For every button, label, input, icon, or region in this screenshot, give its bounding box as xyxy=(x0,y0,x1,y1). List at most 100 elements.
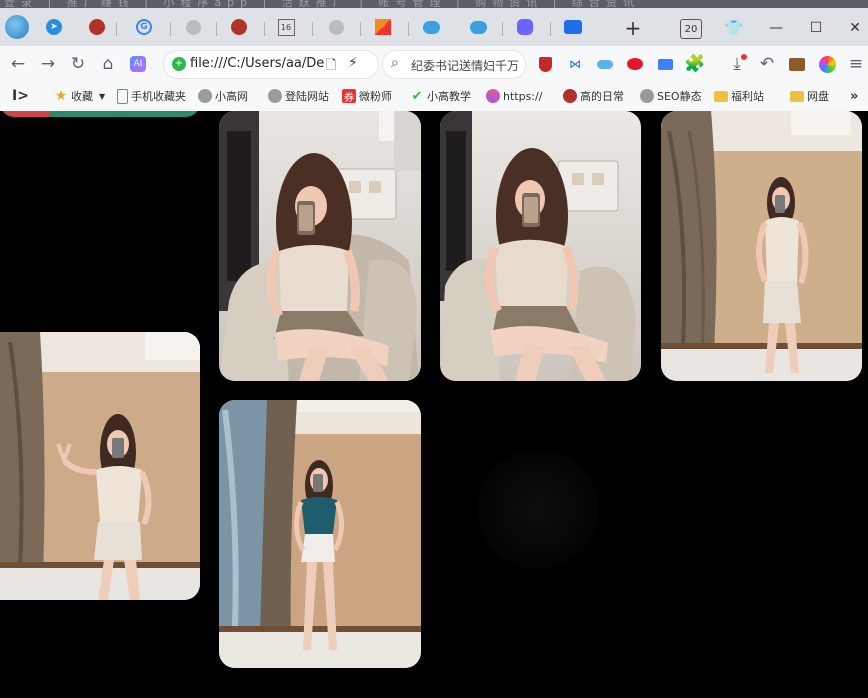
tab-separator xyxy=(216,22,217,36)
sidebar-toggle-icon[interactable]: I> xyxy=(12,87,29,105)
home-button[interactable]: ⌂ xyxy=(96,52,120,76)
undo-button[interactable]: ↶ xyxy=(755,52,779,76)
ai-icon: AI xyxy=(130,56,146,72)
bookmark-label: 小高教学 xyxy=(427,90,471,103)
bookmark-https[interactable]: https:// xyxy=(486,87,554,105)
gallery-photo[interactable] xyxy=(440,111,641,381)
bookmark-label: 高的日常 xyxy=(580,90,624,103)
cloud-icon xyxy=(597,59,613,69)
download-button[interactable]: ⤓ xyxy=(725,52,749,76)
more-bookmarks-icon[interactable]: » xyxy=(850,87,858,105)
cloud-button[interactable] xyxy=(593,52,617,76)
tab-globe-2[interactable] xyxy=(325,16,347,38)
forward-button[interactable]: → xyxy=(36,52,60,76)
red-square-icon: 券 xyxy=(342,89,356,104)
tab-cloud-2[interactable] xyxy=(467,16,489,38)
top-strip: 登录 | 推广赚钱 | 小程序app | 活跃推广 | 帐号管理 | 购物资讯 … xyxy=(0,0,868,8)
briefcase-icon xyxy=(789,57,805,71)
phone-icon xyxy=(117,88,128,104)
photo-seated-selfie xyxy=(219,111,421,381)
shield-button[interactable] xyxy=(533,52,557,76)
ai-colorful-button[interactable] xyxy=(815,52,839,76)
bookmark-label: 收藏 xyxy=(71,90,93,103)
bookmark-netdisk[interactable]: 网盘 xyxy=(790,87,840,105)
mail-icon xyxy=(657,58,673,70)
photo-standing-peace xyxy=(0,332,200,600)
folder-icon xyxy=(790,90,804,102)
star-icon: ★ xyxy=(54,88,68,104)
bookmark-label: SEO静态 xyxy=(657,90,702,103)
tab-separator xyxy=(408,22,409,36)
tab-g[interactable]: G xyxy=(133,16,155,38)
tab-telegram[interactable]: ➤ xyxy=(43,16,65,38)
mail-button[interactable] xyxy=(653,52,677,76)
maximize-button[interactable]: ☐ xyxy=(804,16,828,40)
tab-globe-1[interactable] xyxy=(182,16,204,38)
tab-q[interactable] xyxy=(514,16,536,38)
skin-icon[interactable]: 👕 xyxy=(722,16,746,40)
gallery-photo[interactable] xyxy=(219,111,421,381)
search-icon: ⌕ xyxy=(391,55,399,71)
loading-placeholder xyxy=(478,449,598,569)
tab-separator xyxy=(550,22,551,36)
globe-icon xyxy=(268,89,282,103)
bookmark-login[interactable]: 登陆网站 xyxy=(268,87,330,105)
minimize-button[interactable]: — xyxy=(764,16,788,40)
page-icon: 🗋 xyxy=(326,58,337,73)
tab-orange-flag[interactable] xyxy=(372,16,394,38)
gallery-photo[interactable] xyxy=(0,332,200,600)
gallery-photo[interactable] xyxy=(219,400,421,668)
tab-separator xyxy=(116,22,117,36)
bookmark-label: 手机收藏夹 xyxy=(131,90,186,103)
bookmark-label: 登陆网站 xyxy=(285,90,329,103)
weibo-button[interactable] xyxy=(623,52,647,76)
tab-separator xyxy=(312,22,313,36)
bookmarks-bar: I> ★ 收藏 ▼ 手机收藏夹 小高网 登陆网站 券 微粉师 ✔ 小高教学 ht… xyxy=(0,81,868,112)
tab-count-button[interactable]: 20 xyxy=(680,19,702,39)
address-bar[interactable]: + file:///C:/Users/aa/De 🗋 ⚡ xyxy=(163,50,379,79)
menu-button[interactable]: ≡ xyxy=(844,52,868,76)
bookmark-xiaogao[interactable]: 小高网 xyxy=(198,87,258,105)
reload-button[interactable]: ↻ xyxy=(66,52,90,76)
bookmark-favorites[interactable]: ★ 收藏 ▼ xyxy=(54,87,114,105)
tab-bar: ➤ G 16 + 20 👕 — ☐ ✕ xyxy=(0,8,868,46)
bookmark-daily[interactable]: 高的日常 xyxy=(563,87,631,105)
partial-card-top xyxy=(0,111,200,117)
weibo-icon xyxy=(627,58,643,70)
search-box[interactable]: ⌕ 纪委书记送情妇千万 xyxy=(382,50,526,79)
tab-separator xyxy=(170,22,171,36)
briefcase-button[interactable] xyxy=(785,52,809,76)
bookmark-welfare[interactable]: 福利站 xyxy=(714,87,780,105)
tab-blue-app[interactable] xyxy=(562,16,584,38)
globe-icon xyxy=(640,89,654,103)
app-avatar-icon xyxy=(5,15,29,39)
lightning-icon[interactable]: ⚡ xyxy=(348,55,358,71)
calendar-icon: 16 xyxy=(277,18,295,36)
back-button[interactable]: ← xyxy=(6,52,30,76)
tab-red-mask-1[interactable] xyxy=(86,16,108,38)
bookmark-mobile[interactable]: 手机收藏夹 xyxy=(117,87,191,105)
nav-bar: ← → ↻ ⌂ AI + file:///C:/Users/aa/De 🗋 ⚡ … xyxy=(0,46,868,81)
tab-red-mask-2[interactable] xyxy=(228,16,250,38)
mirror-button[interactable]: ⋈ xyxy=(563,52,587,76)
ai-colorful-icon xyxy=(818,55,836,73)
close-button[interactable]: ✕ xyxy=(843,16,867,40)
bookmark-teach[interactable]: ✔ 小高教学 xyxy=(410,87,476,105)
bookmark-weifen[interactable]: 券 微粉师 xyxy=(342,87,400,105)
red-mask-icon xyxy=(89,19,105,35)
bookmark-seo[interactable]: SEO静态 xyxy=(640,87,704,105)
tab-calendar[interactable]: 16 xyxy=(275,16,297,38)
tab-separator xyxy=(502,22,503,36)
photo-seated-selfie-2 xyxy=(440,111,641,381)
extensions-button[interactable]: 🧩 xyxy=(683,52,707,76)
tab-cloud-1[interactable] xyxy=(420,16,442,38)
tab-app-avatar[interactable] xyxy=(4,14,30,40)
check-icon: ✔ xyxy=(411,88,423,104)
globe-icon xyxy=(198,89,212,103)
shield-icon xyxy=(538,56,552,72)
photo-standing-teal xyxy=(219,400,421,668)
ai-button[interactable]: AI xyxy=(126,52,150,76)
gallery-photo[interactable] xyxy=(661,111,862,381)
g-circle-icon: G xyxy=(136,19,152,35)
new-tab-button[interactable]: + xyxy=(620,16,646,40)
